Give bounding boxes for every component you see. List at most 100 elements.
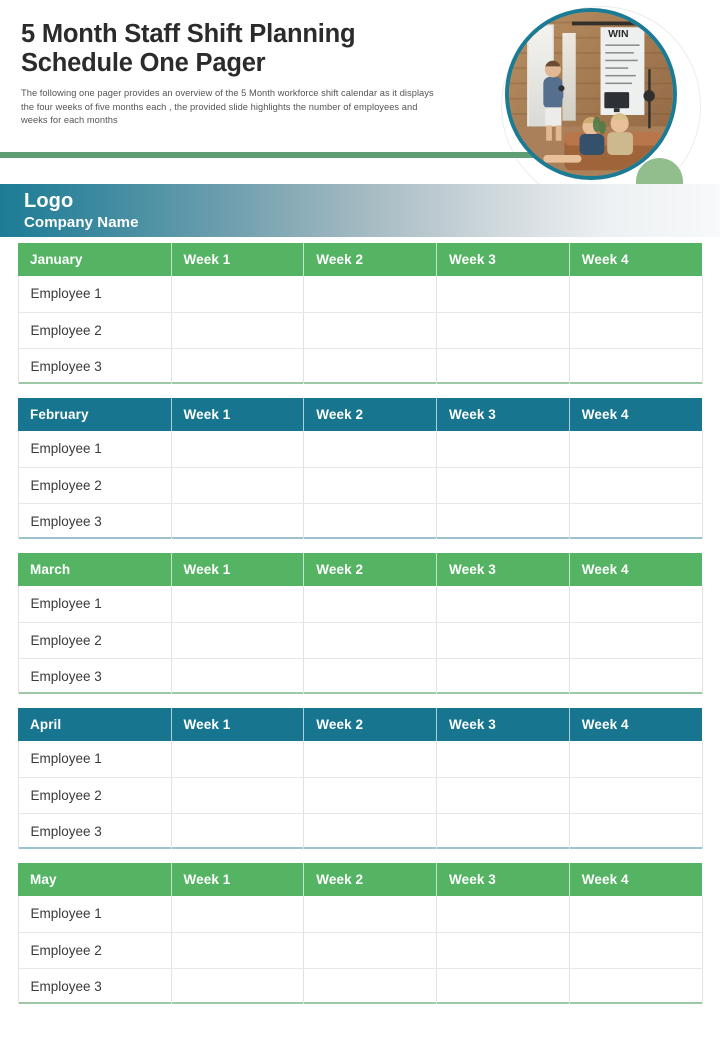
shift-entry-cell[interactable] xyxy=(303,813,437,849)
one-pager-slide: 5 Month Staff Shift Planning Schedule On… xyxy=(0,0,720,1040)
month-table-may: May Week 1 Week 2 Week 3 Week 4 Employee 1 Emp… xyxy=(17,863,703,1004)
shift-entry-cell[interactable] xyxy=(436,276,570,313)
shift-entry-cell[interactable] xyxy=(569,896,703,933)
shift-entry-cell[interactable] xyxy=(569,932,703,969)
page-title: 5 Month Staff Shift Planning Schedule On… xyxy=(21,20,356,77)
company-name: Company Name xyxy=(24,214,139,231)
shift-entry-cell[interactable] xyxy=(569,431,703,468)
table-row: Employee 3 xyxy=(17,968,703,1004)
shift-entry-cell[interactable] xyxy=(303,431,437,468)
shift-entry-cell[interactable] xyxy=(171,741,305,778)
month-header-cell: January xyxy=(18,243,172,276)
month-table-january: January Week 1 Week 2 Week 3 Week 4 Employee … xyxy=(17,243,703,384)
shift-entry-cell[interactable] xyxy=(171,586,305,623)
shift-entry-cell[interactable] xyxy=(171,348,305,384)
shift-entry-cell[interactable] xyxy=(436,932,570,969)
week-header-cell: Week 3 xyxy=(436,863,570,896)
shift-entry-cell[interactable] xyxy=(436,586,570,623)
employee-label-cell: Employee 2 xyxy=(17,622,172,659)
shift-entry-cell[interactable] xyxy=(171,467,305,504)
shift-entry-cell[interactable] xyxy=(171,658,305,694)
logo-placeholder: Logo xyxy=(24,190,74,212)
week-header-cell: Week 4 xyxy=(569,243,702,276)
month-table-february: February Week 1 Week 2 Week 3 Week 4 Employee… xyxy=(17,398,703,539)
shift-entry-cell[interactable] xyxy=(436,503,570,539)
shift-entry-cell[interactable] xyxy=(171,503,305,539)
shift-entry-cell[interactable] xyxy=(569,348,703,384)
week-header-cell: Week 4 xyxy=(569,863,702,896)
employee-label-cell: Employee 1 xyxy=(17,896,172,933)
shift-entry-cell[interactable] xyxy=(171,813,305,849)
table-row: Employee 1 xyxy=(17,896,703,933)
shift-entry-cell[interactable] xyxy=(569,741,703,778)
shift-entry-cell[interactable] xyxy=(303,741,437,778)
shift-entry-cell[interactable] xyxy=(569,467,703,504)
shift-entry-cell[interactable] xyxy=(303,622,437,659)
shift-entry-cell[interactable] xyxy=(569,586,703,623)
week-header-cell: Week 1 xyxy=(171,553,305,586)
shift-entry-cell[interactable] xyxy=(303,968,437,1004)
table-row: Employee 1 xyxy=(17,431,703,468)
month-header-cell: April xyxy=(18,708,172,741)
shift-entry-cell[interactable] xyxy=(171,932,305,969)
shift-entry-cell[interactable] xyxy=(303,896,437,933)
shift-entry-cell[interactable] xyxy=(569,503,703,539)
week-header-cell: Week 2 xyxy=(303,863,437,896)
shift-entry-cell[interactable] xyxy=(303,467,437,504)
table-row: Employee 3 xyxy=(17,503,703,539)
week-header-cell: Week 1 xyxy=(171,708,305,741)
table-row: Employee 2 xyxy=(17,932,703,969)
week-header-cell: Week 3 xyxy=(436,243,570,276)
header-text-block: 5 Month Staff Shift Planning Schedule On… xyxy=(21,20,471,128)
table-header-row: January Week 1 Week 2 Week 3 Week 4 xyxy=(18,243,702,276)
shift-entry-cell[interactable] xyxy=(171,896,305,933)
shift-entry-cell[interactable] xyxy=(303,276,437,313)
shift-entry-cell[interactable] xyxy=(436,312,570,349)
logo-bar: Logo Company Name xyxy=(0,184,720,237)
shift-entry-cell[interactable] xyxy=(171,968,305,1004)
shift-entry-cell[interactable] xyxy=(303,658,437,694)
shift-entry-cell[interactable] xyxy=(171,777,305,814)
employee-label-cell: Employee 3 xyxy=(17,348,172,384)
header-photo: WIN xyxy=(505,8,677,180)
shift-entry-cell[interactable] xyxy=(569,658,703,694)
table-row: Employee 1 xyxy=(17,741,703,778)
shift-entry-cell[interactable] xyxy=(569,312,703,349)
shift-entry-cell[interactable] xyxy=(171,312,305,349)
employee-label-cell: Employee 2 xyxy=(17,467,172,504)
week-header-cell: Week 3 xyxy=(436,708,570,741)
table-row: Employee 2 xyxy=(17,622,703,659)
shift-entry-cell[interactable] xyxy=(436,968,570,1004)
shift-entry-cell[interactable] xyxy=(303,312,437,349)
shift-entry-cell[interactable] xyxy=(303,586,437,623)
shift-entry-cell[interactable] xyxy=(171,622,305,659)
shift-entry-cell[interactable] xyxy=(436,896,570,933)
shift-entry-cell[interactable] xyxy=(436,658,570,694)
shift-entry-cell[interactable] xyxy=(303,777,437,814)
shift-entry-cell[interactable] xyxy=(569,777,703,814)
table-row: Employee 3 xyxy=(17,348,703,384)
week-header-cell: Week 1 xyxy=(171,863,305,896)
table-row: Employee 3 xyxy=(17,813,703,849)
shift-entry-cell[interactable] xyxy=(436,777,570,814)
employee-label-cell: Employee 1 xyxy=(17,741,172,778)
shift-entry-cell[interactable] xyxy=(303,348,437,384)
month-table-april: April Week 1 Week 2 Week 3 Week 4 Employee 1 E… xyxy=(17,708,703,849)
shift-entry-cell[interactable] xyxy=(171,276,305,313)
shift-entry-cell[interactable] xyxy=(171,431,305,468)
shift-entry-cell[interactable] xyxy=(569,968,703,1004)
shift-entry-cell[interactable] xyxy=(569,622,703,659)
shift-entry-cell[interactable] xyxy=(569,276,703,313)
shift-entry-cell[interactable] xyxy=(303,932,437,969)
month-header-cell: February xyxy=(18,398,172,431)
shift-entry-cell[interactable] xyxy=(436,741,570,778)
shift-entry-cell[interactable] xyxy=(436,813,570,849)
shift-entry-cell[interactable] xyxy=(303,503,437,539)
shift-entry-cell[interactable] xyxy=(569,813,703,849)
table-row: Employee 2 xyxy=(17,467,703,504)
table-header-row: April Week 1 Week 2 Week 3 Week 4 xyxy=(18,708,702,741)
shift-entry-cell[interactable] xyxy=(436,431,570,468)
shift-entry-cell[interactable] xyxy=(436,348,570,384)
shift-entry-cell[interactable] xyxy=(436,622,570,659)
shift-entry-cell[interactable] xyxy=(436,467,570,504)
